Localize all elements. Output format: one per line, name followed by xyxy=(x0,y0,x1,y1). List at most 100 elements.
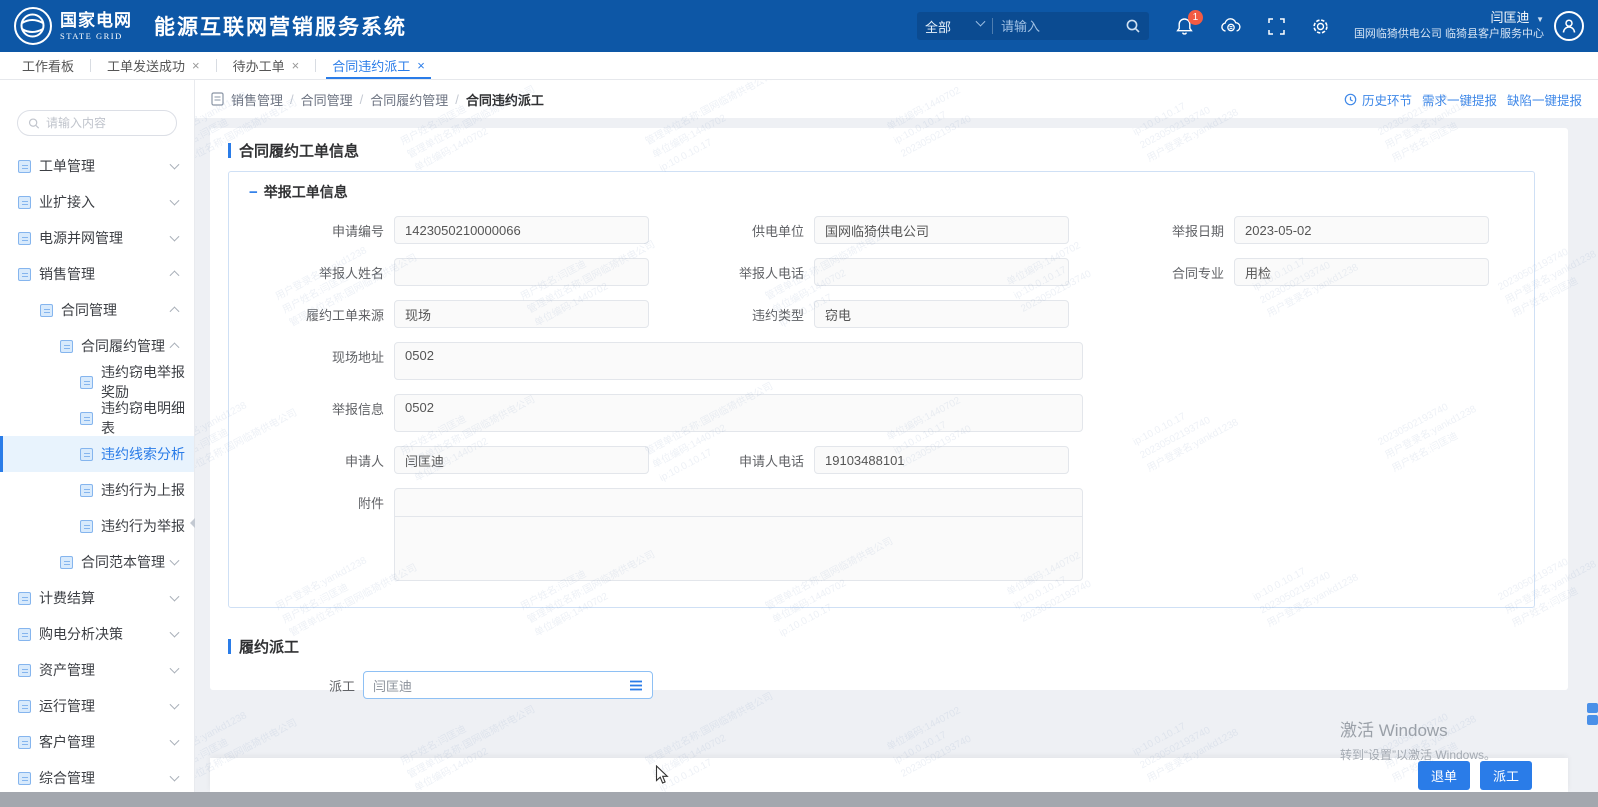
sidebar-item-grid-connect[interactable]: 电源并网管理 xyxy=(0,220,194,256)
applicant-phone-field[interactable]: 19103488101 xyxy=(814,446,1069,474)
search-scope-select[interactable]: 全部 xyxy=(925,17,984,36)
global-search-input[interactable] xyxy=(1001,19,1111,34)
quick-links: 历史环节 需求一键提报 缺陷一键提报 xyxy=(1344,90,1582,109)
sidebar-item-clue-analysis[interactable]: 违约线索分析 xyxy=(0,436,194,472)
search-icon xyxy=(28,117,40,130)
sidebar-item-violation-report[interactable]: 违约行为举报 xyxy=(0,508,194,544)
doc-icon xyxy=(80,376,93,389)
sidebar-collapse-handle[interactable] xyxy=(190,518,195,528)
order-info-card: 合同履约工单信息 − 举报工单信息 申请编号1423050210000066 供… xyxy=(210,128,1568,690)
bottom-edge-strip xyxy=(0,792,1598,807)
doc-icon xyxy=(60,556,73,569)
demand-submit-link[interactable]: 需求一键提报 xyxy=(1422,90,1497,109)
return-order-button[interactable]: 退单 xyxy=(1418,761,1470,790)
field-label: 举报日期 xyxy=(1069,221,1234,240)
doc-icon xyxy=(18,160,31,173)
close-icon[interactable]: × xyxy=(192,58,200,73)
site-address-field[interactable]: 0502 xyxy=(394,342,1083,380)
applicant-field[interactable]: 闫匡迪 xyxy=(394,446,649,474)
chevron-down-icon xyxy=(170,736,180,746)
dispatch-button[interactable]: 派工 xyxy=(1480,761,1532,790)
sidebar-item-theft-detail-table[interactable]: 违约窃电明细表 xyxy=(0,400,194,436)
sidebar-item-general-mgmt[interactable]: 综合管理 xyxy=(0,760,194,796)
contract-major-field[interactable]: 用检 xyxy=(1234,258,1489,286)
breadcrumb-perform[interactable]: 合同履约管理 xyxy=(370,90,448,109)
sidebar-item-contract-template[interactable]: 合同范本管理 xyxy=(0,544,194,580)
search-scope-value: 全部 xyxy=(925,17,951,36)
supply-org-field[interactable]: 国网临猗供电公司 xyxy=(814,216,1069,244)
field-label: 申请人电话 xyxy=(649,451,814,470)
floating-helper-widget[interactable] xyxy=(1587,703,1598,725)
doc-icon xyxy=(18,700,31,713)
settings-gear-icon[interactable] xyxy=(1311,17,1330,36)
app-title: 能源互联网营销服务系统 xyxy=(154,11,407,41)
notification-bell-icon[interactable]: 1 xyxy=(1175,17,1194,36)
collapse-minus-icon[interactable]: − xyxy=(249,184,258,201)
doc-icon xyxy=(18,268,31,281)
report-form: 申请编号1423050210000066 供电单位国网临猗供电公司 举报日期20… xyxy=(229,216,1534,581)
tab-order-sent[interactable]: 工单发送成功× xyxy=(91,52,216,79)
close-icon[interactable]: × xyxy=(292,58,300,73)
sidebar-item-order-mgmt[interactable]: 工单管理 xyxy=(0,148,194,184)
search-icon[interactable] xyxy=(1125,18,1141,34)
chevron-down-icon xyxy=(170,556,180,566)
user-name: 闫匡迪 xyxy=(1490,10,1529,25)
chevron-up-icon xyxy=(170,306,180,316)
dispatch-person-picker[interactable]: 闫匡迪 xyxy=(363,671,653,699)
sidebar-search[interactable] xyxy=(17,110,177,136)
tab-contract-dispatch[interactable]: 合同违约派工× xyxy=(316,52,441,79)
sidebar-item-contract-mgmt[interactable]: 合同管理 xyxy=(0,292,194,328)
history-link[interactable]: 历史环节 xyxy=(1362,90,1412,109)
chevron-down-icon xyxy=(170,700,180,710)
caret-down-icon: ▼ xyxy=(1536,15,1544,24)
violation-type-field[interactable]: 窃电 xyxy=(814,300,1069,328)
tab-todo-orders[interactable]: 待办工单× xyxy=(217,52,316,79)
cloud-desktop-icon[interactable] xyxy=(1220,17,1242,35)
reporter-name-field[interactable] xyxy=(394,258,649,286)
doc-icon xyxy=(18,664,31,677)
tab-workboard[interactable]: 工作看板 xyxy=(6,52,90,79)
apply-no-field[interactable]: 1423050210000066 xyxy=(394,216,649,244)
order-source-field[interactable]: 现场 xyxy=(394,300,649,328)
title-bar-icon xyxy=(228,639,231,654)
app-header: 国家电网 STATE GRID 能源互联网营销服务系统 全部 1 xyxy=(0,0,1598,52)
report-order-panel: − 举报工单信息 申请编号1423050210000066 供电单位国网临猗供电… xyxy=(228,171,1535,608)
avatar[interactable] xyxy=(1554,11,1584,41)
report-info-field[interactable]: 0502 xyxy=(394,394,1083,432)
sidebar-search-input[interactable] xyxy=(46,116,166,130)
user-org: 国网临猗供电公司 临猗县客户服务中心 xyxy=(1354,28,1544,42)
user-info[interactable]: 闫匡迪 ▼ 国网临猗供电公司 临猗县客户服务中心 xyxy=(1354,10,1544,42)
defect-submit-link[interactable]: 缺陷一键提报 xyxy=(1507,90,1582,109)
doc-icon xyxy=(18,232,31,245)
chevron-down-icon xyxy=(170,160,180,170)
sidebar-item-sales-mgmt[interactable]: 销售管理 xyxy=(0,256,194,292)
sidebar-item-billing[interactable]: 计费结算 xyxy=(0,580,194,616)
list-icon[interactable] xyxy=(629,680,643,691)
attachment-upload-area[interactable] xyxy=(394,488,1083,581)
sidebar-item-contract-perform-mgmt[interactable]: 合同履约管理 xyxy=(0,328,194,364)
main-content: 销售管理 / 合同管理 / 合同履约管理 / 合同违约派工 历史环节 需求一键提… xyxy=(195,80,1598,792)
doc-icon xyxy=(40,304,53,317)
global-search[interactable]: 全部 xyxy=(917,12,1149,40)
sidebar-item-asset-mgmt[interactable]: 资产管理 xyxy=(0,652,194,688)
sidebar-item-purchase-analysis[interactable]: 购电分析决策 xyxy=(0,616,194,652)
chevron-down-icon xyxy=(976,16,986,26)
field-label: 履约工单来源 xyxy=(229,305,394,324)
breadcrumb: 销售管理 / 合同管理 / 合同履约管理 / 合同违约派工 xyxy=(231,90,544,109)
reporter-phone-field[interactable] xyxy=(814,258,1069,286)
field-label: 附件 xyxy=(229,488,394,512)
title-bar-icon xyxy=(228,143,231,158)
breadcrumb-contract[interactable]: 合同管理 xyxy=(301,90,353,109)
breadcrumb-sales[interactable]: 销售管理 xyxy=(231,90,283,109)
fullscreen-icon[interactable] xyxy=(1268,18,1285,35)
close-icon[interactable]: × xyxy=(417,58,425,73)
sidebar-item-violation-upload[interactable]: 违约行为上报 xyxy=(0,472,194,508)
report-date-field[interactable]: 2023-05-02 xyxy=(1234,216,1489,244)
sidebar-item-theft-report-reward[interactable]: 违约窃电举报奖励 xyxy=(0,364,194,400)
sidebar-item-customer-mgmt[interactable]: 客户管理 xyxy=(0,724,194,760)
attachment-toolbar xyxy=(395,489,1082,517)
sidebar-item-operation-mgmt[interactable]: 运行管理 xyxy=(0,688,194,724)
logo-cn-text: 国家电网 xyxy=(60,12,132,29)
state-grid-logo-icon xyxy=(14,7,52,45)
sidebar-item-business-expand[interactable]: 业扩接入 xyxy=(0,184,194,220)
